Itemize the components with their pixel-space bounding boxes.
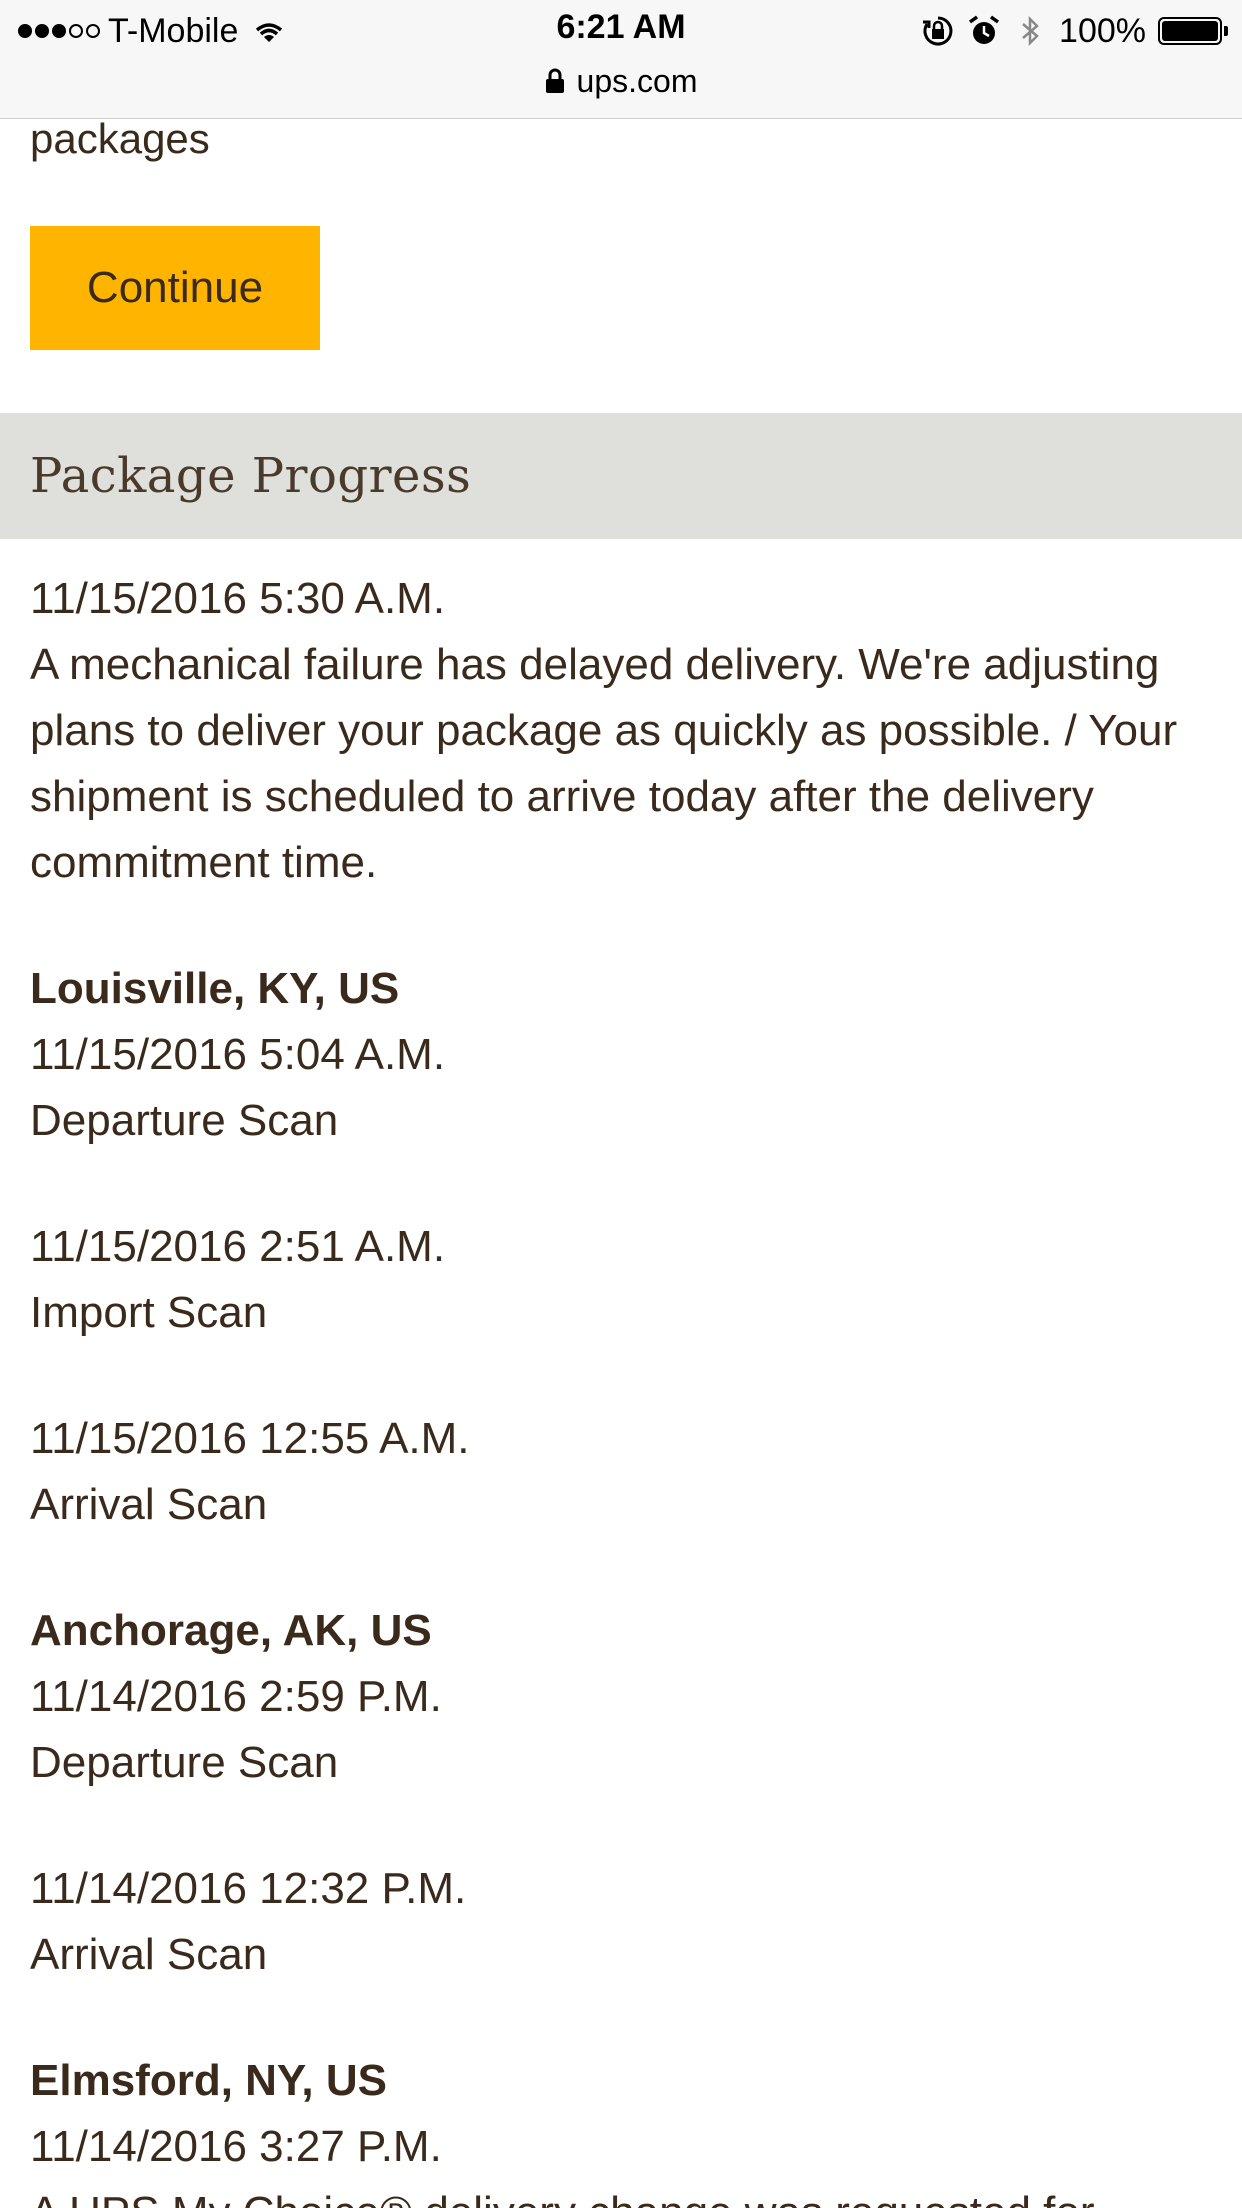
orientation-lock-icon xyxy=(923,16,953,46)
package-progress-header: Package Progress xyxy=(0,413,1242,539)
event-description: A mechanical failure has delayed deliver… xyxy=(30,640,1178,887)
event-location: Louisville, KY, US xyxy=(30,964,400,1013)
progress-event: Elmsford, NY, US 11/14/2016 3:27 P.M. A … xyxy=(30,2048,1220,2208)
event-datetime: 11/14/2016 3:27 P.M. xyxy=(30,2122,442,2171)
event-datetime: 11/15/2016 2:51 A.M. xyxy=(30,1222,446,1271)
event-location: Anchorage, AK, US xyxy=(30,1606,432,1655)
address-bar[interactable]: ups.com xyxy=(0,60,1242,102)
status-right: 100% xyxy=(921,10,1228,52)
progress-event: Anchorage, AK, US 11/14/2016 2:59 P.M. D… xyxy=(30,1598,1220,1796)
page: T-Mobile 6:21 AM 100% ups.com packages C… xyxy=(0,0,1242,2208)
event-description: Import Scan xyxy=(30,1288,268,1337)
event-description: Departure Scan xyxy=(30,1096,339,1145)
event-description: A UPS My Choice® delivery change was req… xyxy=(30,2180,1220,2208)
event-location: Elmsford, NY, US xyxy=(30,2056,387,2105)
url-text: ups.com xyxy=(576,62,698,99)
event-datetime: 11/14/2016 12:32 P.M. xyxy=(30,1864,467,1913)
bluetooth-icon xyxy=(1022,15,1039,47)
continue-button[interactable]: Continue xyxy=(30,226,320,350)
package-progress-list: 11/15/2016 5:30 A.M. A mechanical failur… xyxy=(30,566,1220,2208)
lock-icon xyxy=(545,68,564,93)
status-bar: T-Mobile 6:21 AM 100% ups.com xyxy=(0,0,1242,119)
event-description: Departure Scan xyxy=(30,1738,339,1787)
partial-text: packages xyxy=(30,115,210,162)
event-description: Arrival Scan xyxy=(30,1930,268,1979)
progress-event: 11/14/2016 12:32 P.M. Arrival Scan xyxy=(30,1856,1220,1988)
progress-event: 11/15/2016 2:51 A.M. Import Scan xyxy=(30,1214,1220,1346)
alarm-icon xyxy=(969,15,1000,44)
battery-percentage: 100% xyxy=(1059,11,1146,50)
event-datetime: 11/15/2016 5:04 A.M. xyxy=(30,1030,446,1079)
battery-icon xyxy=(1158,17,1228,45)
event-datetime: 11/15/2016 5:30 A.M. xyxy=(30,574,446,623)
event-datetime: 11/14/2016 2:59 P.M. xyxy=(30,1672,442,1721)
section-title: Package Progress xyxy=(30,448,472,504)
event-datetime: 11/15/2016 12:55 A.M. xyxy=(30,1414,470,1463)
event-description: Arrival Scan xyxy=(30,1480,268,1529)
progress-event: 11/15/2016 12:55 A.M. Arrival Scan xyxy=(30,1406,1220,1538)
progress-event: 11/15/2016 5:30 A.M. A mechanical failur… xyxy=(30,566,1220,896)
progress-event: Louisville, KY, US 11/15/2016 5:04 A.M. … xyxy=(30,956,1220,1154)
